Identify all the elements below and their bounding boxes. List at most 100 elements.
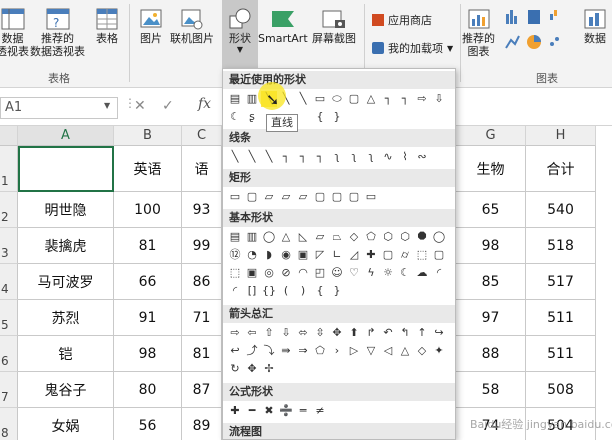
curved-down-arrow-shape-icon[interactable]: ⤵	[261, 343, 277, 359]
double-brace-shape-icon[interactable]: {}	[261, 283, 277, 299]
lightning-bolt-shape-icon[interactable]: ϟ	[363, 265, 379, 281]
cross-shape-icon[interactable]: ✚	[363, 247, 379, 263]
teardrop-shape-icon[interactable]: ◉	[278, 247, 294, 263]
table-cell[interactable]: 英语	[114, 146, 182, 192]
row-header[interactable]: 8	[0, 408, 18, 440]
pie-shape-icon[interactable]: ◔	[244, 247, 260, 263]
table-cell[interactable]: 66	[114, 264, 182, 300]
down-arrow-shape-icon[interactable]: ⇩	[431, 91, 447, 107]
chevron-shape-icon[interactable]: ›	[329, 343, 345, 359]
moon-shape-icon[interactable]: ☾	[397, 265, 413, 281]
left-right-up-arrow-shape-icon[interactable]: ⬆	[346, 325, 362, 341]
left-arrow-shape-icon[interactable]: ⇦	[244, 325, 260, 341]
table-cell[interactable]: 517	[526, 264, 596, 300]
round-rectangle-shape-icon[interactable]: ▢	[346, 189, 362, 205]
down-arrow-shape-icon[interactable]: ⇩	[278, 325, 294, 341]
round-rectangle-shape-icon[interactable]: ▢	[312, 189, 328, 205]
circular-arrow-shape-icon[interactable]: ↻	[227, 361, 243, 377]
table-cell[interactable]: 91	[114, 300, 182, 336]
curve-connector-shape-icon[interactable]: ʅ	[346, 149, 362, 165]
notched-right-arrow-shape-icon[interactable]: ⇒	[295, 343, 311, 359]
vertical-textbox-shape-icon[interactable]: ▥	[244, 229, 260, 245]
right-brace-shape-icon[interactable]: }	[329, 109, 345, 125]
column-header[interactable]: H	[526, 126, 596, 146]
cube-shape-icon[interactable]: ⬚	[227, 265, 243, 281]
oval-shape-icon[interactable]: ⬭	[329, 91, 345, 107]
l-shape-icon[interactable]: ∟	[329, 247, 345, 263]
quad-arrow-shape-icon[interactable]: ✥	[329, 325, 345, 341]
table-cell[interactable]: 56	[114, 408, 182, 440]
elbow-connector-shape-icon[interactable]: ┐	[380, 91, 396, 107]
enter-icon[interactable]: ✓	[162, 98, 174, 114]
dodecagon-shape-icon[interactable]: ⑫	[227, 247, 243, 263]
heptagon-shape-icon[interactable]: ⬡	[397, 229, 413, 245]
column-header[interactable]: G	[456, 126, 526, 146]
frame-shape-icon[interactable]: ▣	[295, 247, 311, 263]
table-cell[interactable]: 540	[526, 192, 596, 228]
online-picture-button[interactable]: 联机图片	[170, 6, 214, 45]
left-arrow-callout-shape-icon[interactable]: ◁	[380, 343, 396, 359]
scribble-shape-icon[interactable]: ʂ	[244, 109, 260, 125]
diamond-shape-icon[interactable]: ◇	[346, 229, 362, 245]
bent-up-arrow-shape-icon[interactable]: ↑	[414, 325, 430, 341]
bevel-shape-icon[interactable]: ▢	[431, 247, 447, 263]
table-cell[interactable]: 97	[456, 300, 526, 336]
cancel-icon[interactable]: ✕	[134, 98, 146, 114]
double-bracket-shape-icon[interactable]: []	[244, 283, 260, 299]
elbow-connector-shape-icon[interactable]: ┐	[397, 91, 413, 107]
not-equal-shape-icon[interactable]: ≠	[312, 403, 328, 419]
table-cell[interactable]: 65	[456, 192, 526, 228]
plus-shape-icon[interactable]: ✚	[227, 403, 243, 419]
can-shape-icon[interactable]: ⌭	[397, 247, 413, 263]
picture-button[interactable]: 图片	[136, 6, 166, 45]
my-addins-button[interactable]: 我的加载项 ▼	[372, 40, 453, 56]
up-down-arrow-shape-icon[interactable]: ⇳	[312, 325, 328, 341]
pentagon-arrow-shape-icon[interactable]: ⬠	[312, 343, 328, 359]
up-arrow-shape-icon[interactable]: ⇧	[261, 325, 277, 341]
table-cell[interactable]: 58	[456, 372, 526, 408]
line-shape-icon[interactable]: ╲	[227, 149, 243, 165]
table-cell[interactable]: 语	[182, 146, 222, 192]
elbow-connector-shape-icon[interactable]: ┐	[295, 149, 311, 165]
line-shape-icon[interactable]: ╲	[295, 91, 311, 107]
curve-shape-icon[interactable]: ∿	[380, 149, 396, 165]
recommended-charts-button[interactable]: 推荐的 图表	[462, 6, 495, 58]
round-rectangle-shape-icon[interactable]: ▭	[363, 189, 379, 205]
striped-right-arrow-shape-icon[interactable]: ⇛	[278, 343, 294, 359]
chevron-down-icon[interactable]: ▼	[104, 101, 110, 110]
column-header[interactable]: B	[114, 126, 182, 146]
triangle-shape-icon[interactable]: △	[278, 229, 294, 245]
rounded-rectangle-shape-icon[interactable]: ▢	[346, 91, 362, 107]
table-cell[interactable]: 80	[114, 372, 182, 408]
snip-rectangle-shape-icon[interactable]: ▱	[261, 189, 277, 205]
table-cell[interactable]: 苏烈	[18, 300, 114, 336]
table-cell[interactable]: 98	[114, 336, 182, 372]
name-box[interactable]: A1	[0, 97, 118, 119]
table-cell[interactable]: 女娲	[18, 408, 114, 440]
plaque-shape-icon[interactable]: ▢	[380, 247, 396, 263]
fx-icon[interactable]: fx	[198, 96, 211, 112]
table-cell[interactable]: 89	[182, 408, 222, 440]
table-cell[interactable]: 86	[182, 264, 222, 300]
arc-shape-icon[interactable]: ◜	[227, 283, 243, 299]
table-cell[interactable]: 71	[182, 300, 222, 336]
triangle-shape-icon[interactable]: △	[363, 91, 379, 107]
half-frame-shape-icon[interactable]: ◸	[312, 247, 328, 263]
pivot-table-button[interactable]: 数据 透视表	[0, 6, 29, 58]
smiley-face-shape-icon[interactable]: ☺	[329, 265, 345, 281]
curved-up-arrow-shape-icon[interactable]: ⤴	[244, 343, 260, 359]
table-cell[interactable]: 508	[526, 372, 596, 408]
right-brace-shape-icon[interactable]: }	[329, 283, 345, 299]
curve-connector-shape-icon[interactable]: ʅ	[329, 149, 345, 165]
row-header[interactable]: 2	[0, 192, 18, 228]
right-bracket-shape-icon[interactable]: )	[295, 283, 311, 299]
scribble-shape-icon[interactable]: ∾	[414, 149, 430, 165]
snip-rectangle-shape-icon[interactable]: ▱	[295, 189, 311, 205]
minus-shape-icon[interactable]: ━	[244, 403, 260, 419]
snip-rectangle-shape-icon[interactable]: ▱	[278, 189, 294, 205]
rectangle-shape-icon[interactable]: ▭	[227, 189, 243, 205]
left-up-arrow-shape-icon[interactable]: ↰	[397, 325, 413, 341]
freeform-shape-icon[interactable]: ☾	[227, 109, 243, 125]
right-triangle-shape-icon[interactable]: ◺	[295, 229, 311, 245]
table-cell[interactable]: 裴擒虎	[18, 228, 114, 264]
